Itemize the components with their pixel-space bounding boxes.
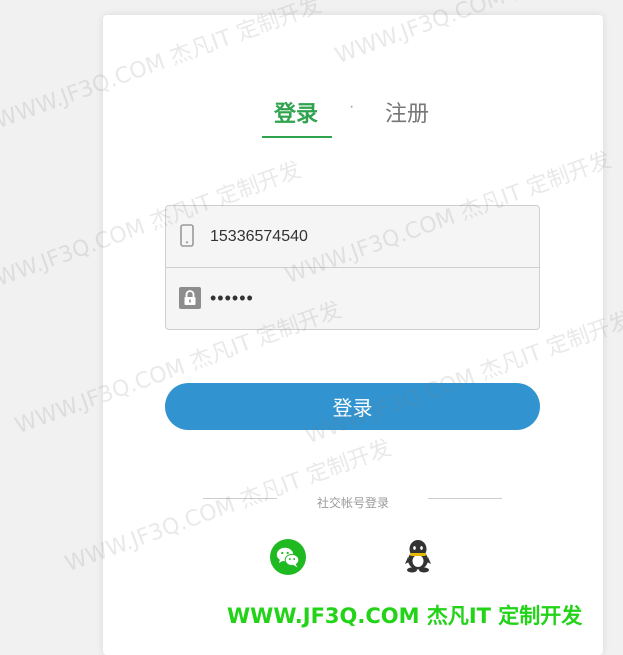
tab-active-underline: [262, 136, 332, 138]
wechat-icon[interactable]: [270, 539, 306, 580]
phone-input[interactable]: [210, 206, 520, 267]
tab-login[interactable]: 登录: [274, 96, 318, 128]
lock-icon: [179, 287, 201, 314]
password-row: [166, 268, 539, 329]
qq-icon[interactable]: [405, 539, 431, 578]
auth-tabs: 登录 · 注册: [262, 96, 442, 140]
phone-row: [166, 206, 539, 268]
social-login-title: 社交帐号登录: [316, 496, 389, 510]
footer-watermark: WWW.JF3Q.COM 杰凡IT 定制开发: [227, 604, 583, 628]
divider-left: [203, 498, 277, 499]
divider-right: [428, 498, 502, 499]
phone-icon: [179, 224, 195, 253]
tab-register[interactable]: 注册: [385, 96, 429, 128]
credentials-form: [165, 205, 540, 330]
login-button[interactable]: 登录: [165, 383, 540, 430]
tab-separator: ·: [349, 98, 355, 115]
password-input[interactable]: [210, 268, 520, 329]
